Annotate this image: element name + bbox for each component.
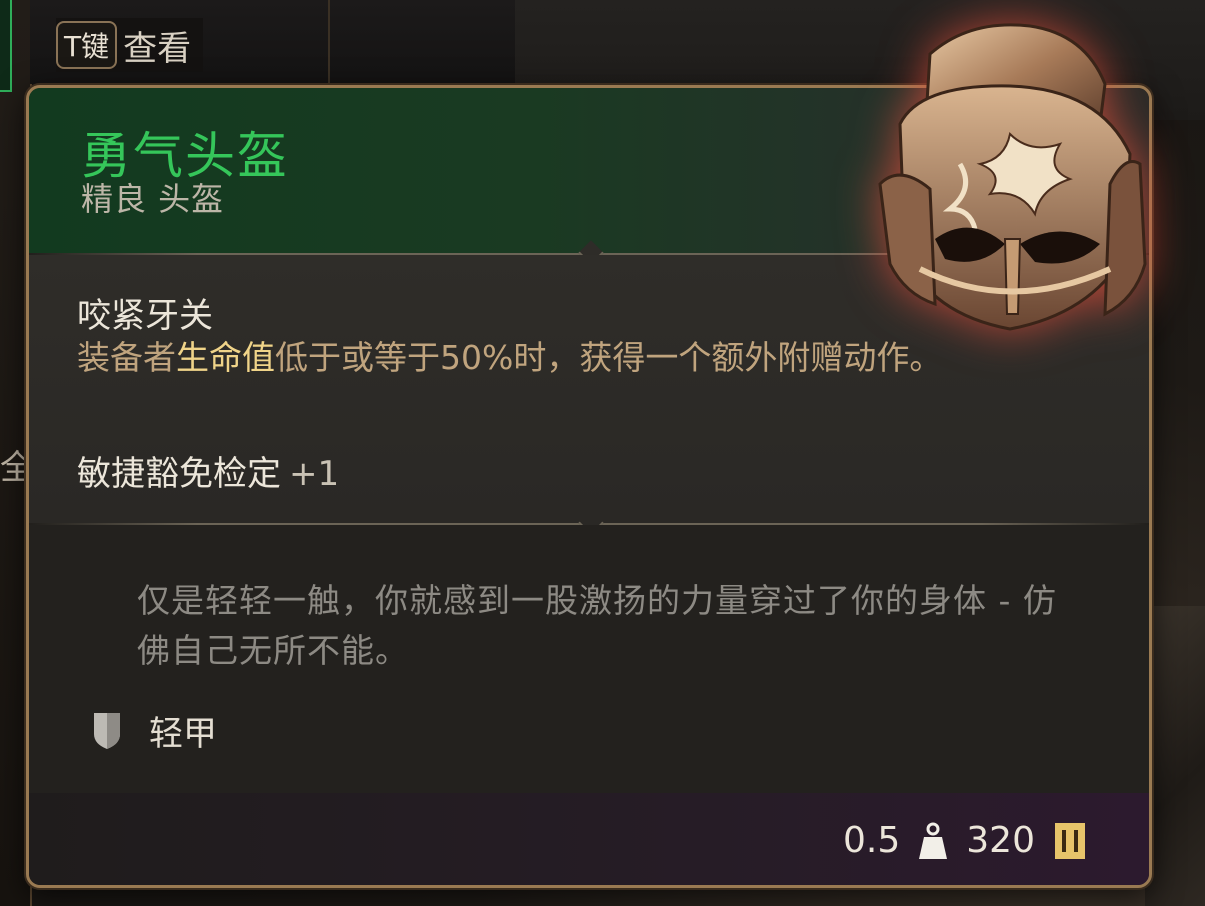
property-description: 装备者生命值低于或等于50%时，获得一个额外附赠动作。	[77, 334, 997, 382]
shield-icon	[94, 713, 120, 749]
desc-before: 装备者	[77, 338, 176, 377]
flavor-text: 仅是轻轻一触，你就感到一股激扬的力量穿过了你的身体 - 仿佛自己无所不能。	[137, 581, 1057, 670]
stat-label: 敏捷豁免检定	[77, 454, 281, 494]
desc-highlight: 生命值	[176, 338, 275, 377]
coin-icon	[1055, 822, 1085, 859]
key-hint[interactable]: T键 查看	[56, 18, 204, 72]
weight-value: 0.5	[843, 820, 901, 861]
helmet-art	[878, 23, 1147, 331]
property-title: 咬紧牙关	[77, 296, 213, 336]
background-stones	[1145, 606, 1205, 906]
desc-after: 低于或等于50%时，获得一个额外附赠动作。	[275, 338, 943, 377]
stat-bonus: +1	[289, 454, 340, 494]
armor-type-label: 轻甲	[149, 714, 217, 754]
weight-icon	[919, 822, 948, 859]
gold-value: 320	[966, 820, 1035, 861]
stat-line: 敏捷豁免检定 +1	[77, 446, 339, 495]
key-hint-label: 查看	[123, 28, 192, 69]
game-screen: 全 T键 查看 勇气头盔 精良 头盔 咬紧牙关 装备者生命值低于或等于50%时，…	[0, 0, 1205, 906]
keycap: T键	[56, 21, 118, 69]
footer-stats: 0.5 320	[843, 820, 1087, 861]
item-rarity-type: 精良 头盔	[81, 180, 225, 218]
selected-slot-indicator	[0, 0, 12, 92]
